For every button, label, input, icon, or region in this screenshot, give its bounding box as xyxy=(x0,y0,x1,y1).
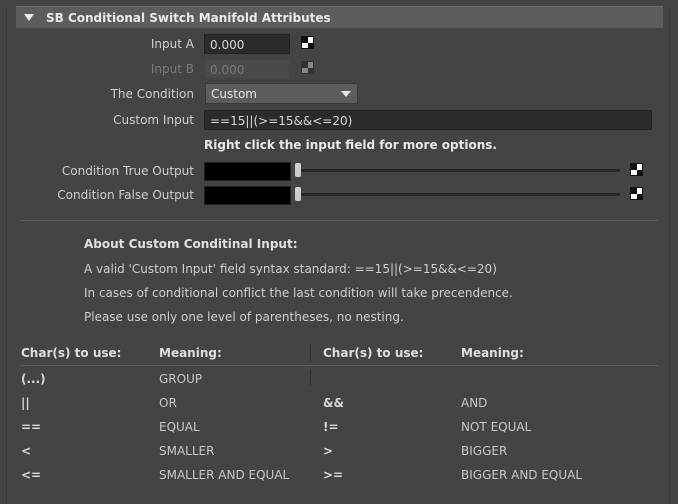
input-a-label: Input A xyxy=(150,37,194,51)
table-cell: > xyxy=(323,444,334,458)
table-cell: >= xyxy=(323,468,344,482)
input-a-checker-icon[interactable] xyxy=(301,36,314,49)
about-line: Please use only one level of parentheses… xyxy=(84,310,404,324)
custom-input-hint: Right click the input field for more opt… xyxy=(204,138,497,152)
attribute-editor-panel: SB Conditional Switch Manifold Attribute… xyxy=(0,0,678,504)
custom-input-field[interactable]: ==15||(>=15&&<=20) xyxy=(204,110,652,130)
true-output-label: Condition True Output xyxy=(61,164,194,178)
table-cell: EQUAL xyxy=(159,420,200,434)
condition-dropdown-value: Custom xyxy=(211,87,257,101)
condition-label: The Condition xyxy=(110,87,194,101)
table-cell: AND xyxy=(461,396,488,410)
panel-border-left xyxy=(6,6,7,504)
false-output-slider-track[interactable] xyxy=(298,193,620,196)
about-line: In cases of conditional conflict the las… xyxy=(84,286,513,300)
table-cell: GROUP xyxy=(159,372,203,386)
true-output-slider-track[interactable] xyxy=(298,169,620,172)
input-b-checker-icon xyxy=(301,61,314,74)
table-column-separator xyxy=(310,344,311,362)
table-header-divider xyxy=(20,365,658,366)
true-output-color-swatch[interactable] xyxy=(204,162,291,181)
true-output-checker-icon[interactable] xyxy=(630,163,643,176)
condition-dropdown[interactable]: Custom xyxy=(205,83,358,104)
table-cell: != xyxy=(323,420,339,434)
about-line: A valid 'Custom Input' field syntax stan… xyxy=(84,262,497,276)
true-output-slider-handle[interactable] xyxy=(295,163,301,177)
table-header: Meaning: xyxy=(461,346,524,360)
table-cell: SMALLER AND EQUAL xyxy=(159,468,290,482)
section-title: SB Conditional Switch Manifold Attribute… xyxy=(46,10,331,25)
table-cell: && xyxy=(323,396,344,410)
table-cell: OR xyxy=(159,396,177,410)
false-output-slider-handle[interactable] xyxy=(295,187,301,201)
table-cell: NOT EQUAL xyxy=(461,420,532,434)
table-cell: == xyxy=(21,420,42,434)
input-a-field[interactable]: 0.000 xyxy=(204,34,290,54)
table-cell: BIGGER xyxy=(461,444,508,458)
dropdown-arrow-icon[interactable] xyxy=(341,91,351,97)
false-output-label: Condition False Output xyxy=(57,188,194,202)
table-cell: (...) xyxy=(21,372,46,386)
table-cell: SMALLER xyxy=(159,444,215,458)
table-cell: <= xyxy=(21,468,42,482)
table-cell: < xyxy=(21,444,32,458)
false-output-color-swatch[interactable] xyxy=(204,186,291,205)
section-divider xyxy=(20,220,658,221)
table-cell: || xyxy=(21,396,30,410)
about-title: About Custom Conditinal Input: xyxy=(84,237,298,251)
custom-input-label: Custom Input xyxy=(113,113,194,127)
panel-border-right xyxy=(669,6,670,504)
table-header: Meaning: xyxy=(159,346,222,360)
input-b-field: 0.000 xyxy=(204,59,290,79)
table-cell: BIGGER AND EQUAL xyxy=(461,468,583,482)
collapse-triangle-icon[interactable] xyxy=(24,14,34,21)
input-b-label: Input B xyxy=(150,62,194,76)
false-output-checker-icon[interactable] xyxy=(630,187,643,200)
table-header: Char(s) to use: xyxy=(323,346,424,360)
section-header[interactable]: SB Conditional Switch Manifold Attribute… xyxy=(16,6,663,28)
table-column-separator xyxy=(310,370,311,386)
table-header: Char(s) to use: xyxy=(21,346,122,360)
